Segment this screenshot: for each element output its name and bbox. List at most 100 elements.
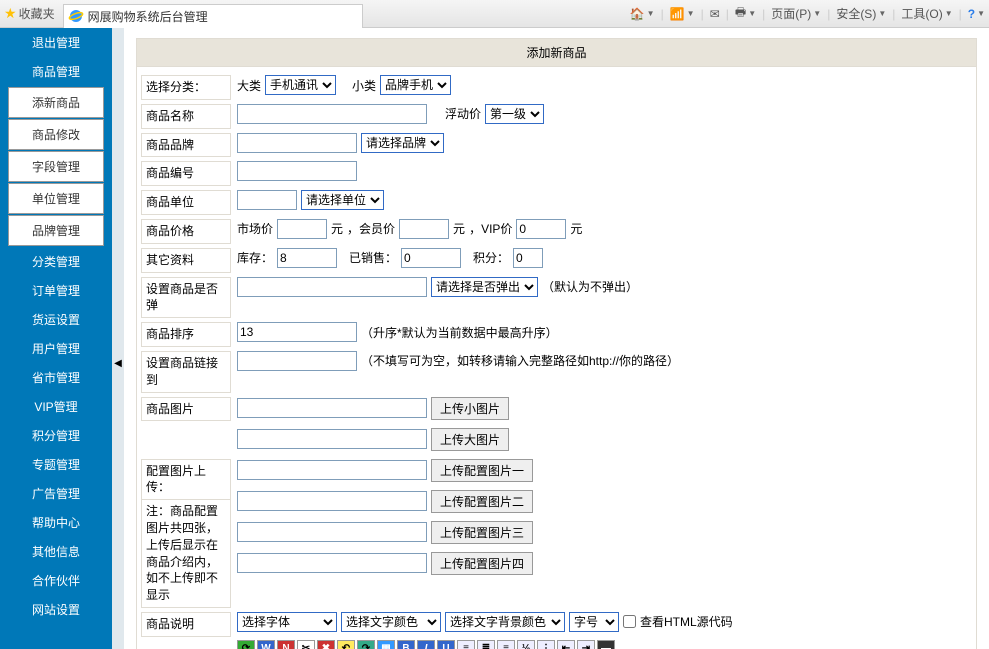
sidebar-item-2[interactable]: 添新商品 xyxy=(8,87,104,118)
sold-input[interactable] xyxy=(401,248,461,268)
outdent-icon[interactable]: ⇤ xyxy=(557,640,575,649)
big-category-select[interactable]: 手机通讯 xyxy=(265,75,336,95)
content-area: 添加新商品 选择分类： 大类 手机通讯 小类 品牌手机 商品名称 xyxy=(124,28,989,649)
product-name-input[interactable] xyxy=(237,104,427,124)
editor-icon-row: ⟳ W N ✂ ✖ ↶ ↷ ▦ B I U ≡ ≣ xyxy=(237,640,615,649)
list-ul-icon[interactable]: ⋮ xyxy=(537,640,555,649)
brand-select[interactable]: 请选择品牌 xyxy=(361,133,444,153)
italic-icon[interactable]: I xyxy=(417,640,435,649)
label-unit: 商品单位 xyxy=(141,190,231,215)
sidebar-item-6[interactable]: 品牌管理 xyxy=(8,215,104,246)
font-select[interactable]: 选择字体 xyxy=(237,612,337,632)
label-order: 商品排序 xyxy=(141,322,231,347)
sidebar: 退出管理商品管理添新商品商品修改字段管理单位管理品牌管理分类管理订单管理货运设置… xyxy=(0,28,112,649)
cfg4-input[interactable] xyxy=(237,553,427,573)
help-icon[interactable]: ?▼ xyxy=(968,7,985,21)
sidebar-collapse[interactable]: ◀ xyxy=(112,28,124,649)
favorites-label[interactable]: 收藏夹 xyxy=(19,5,55,22)
favorites-star-icon[interactable]: ★ xyxy=(4,5,17,22)
points-input[interactable] xyxy=(513,248,543,268)
sidebar-item-9[interactable]: 货运设置 xyxy=(0,305,112,334)
indent-icon[interactable]: ⇥ xyxy=(577,640,595,649)
link-input[interactable] xyxy=(237,351,357,371)
sidebar-item-10[interactable]: 用户管理 xyxy=(0,334,112,363)
align-right-icon[interactable]: ≡ xyxy=(497,640,515,649)
sidebar-item-4[interactable]: 字段管理 xyxy=(8,151,104,182)
font-size-select[interactable]: 字号 xyxy=(569,612,619,632)
sidebar-item-19[interactable]: 网站设置 xyxy=(0,595,112,624)
redo-icon[interactable]: ↷ xyxy=(357,640,375,649)
sidebar-item-16[interactable]: 帮助中心 xyxy=(0,508,112,537)
page-menu[interactable]: 页面(P)▼ xyxy=(771,5,821,22)
sidebar-item-0[interactable]: 退出管理 xyxy=(0,28,112,57)
code-input[interactable] xyxy=(237,161,357,181)
sidebar-item-13[interactable]: 积分管理 xyxy=(0,421,112,450)
upload-cfg3-button[interactable]: 上传配置图片三 xyxy=(431,521,533,544)
upload-small-img-button[interactable]: 上传小图片 xyxy=(431,397,509,420)
show-html-checkbox[interactable] xyxy=(623,615,636,628)
big-img-input[interactable] xyxy=(237,429,427,449)
vip-price-input[interactable] xyxy=(516,219,566,239)
upload-cfg4-button[interactable]: 上传配置图片四 xyxy=(431,552,533,575)
bold-icon[interactable]: B xyxy=(397,640,415,649)
label-cfg-note: 注：商品配置图片共四张，上传后显示在商品介绍内，如不上传即不显示 xyxy=(141,500,231,608)
underline-icon[interactable]: U xyxy=(437,640,455,649)
stock-input[interactable] xyxy=(277,248,337,268)
close-icon[interactable]: ✖ xyxy=(317,640,335,649)
net-icon[interactable]: N xyxy=(277,640,295,649)
upload-big-img-button[interactable]: 上传大图片 xyxy=(431,428,509,451)
float-price-select[interactable]: 第一级 xyxy=(485,104,544,124)
tools-menu[interactable]: 工具(O)▼ xyxy=(901,5,952,22)
sidebar-item-5[interactable]: 单位管理 xyxy=(8,183,104,214)
bg-color-select[interactable]: 选择文字背景颜色 xyxy=(445,612,565,632)
unit-select[interactable]: 请选择单位 xyxy=(301,190,384,210)
upload-cfg2-button[interactable]: 上传配置图片二 xyxy=(431,490,533,513)
label-image: 商品图片 xyxy=(141,397,231,422)
cut-icon[interactable]: ✂ xyxy=(297,640,315,649)
sidebar-item-14[interactable]: 专题管理 xyxy=(0,450,112,479)
font-color-select[interactable]: 选择文字颜色 xyxy=(341,612,441,632)
cfg2-input[interactable] xyxy=(237,491,427,511)
align-center-icon[interactable]: ≣ xyxy=(477,640,495,649)
ie-icon xyxy=(68,8,84,24)
label-name: 商品名称 xyxy=(141,104,231,129)
label-popup: 设置商品是否弹 xyxy=(141,277,231,319)
market-price-input[interactable] xyxy=(277,219,327,239)
safety-menu[interactable]: 安全(S)▼ xyxy=(836,5,886,22)
popup-input[interactable] xyxy=(237,277,427,297)
hr-icon[interactable]: — xyxy=(597,640,615,649)
sidebar-item-18[interactable]: 合作伙伴 xyxy=(0,566,112,595)
image-icon[interactable]: ▦ xyxy=(377,640,395,649)
home-icon[interactable]: 🏠▼ xyxy=(630,7,655,21)
label-desc: 商品说明 xyxy=(141,612,231,637)
print-icon[interactable]: 🖶▼ xyxy=(735,3,756,24)
cfg3-input[interactable] xyxy=(237,522,427,542)
sidebar-item-1[interactable]: 商品管理 xyxy=(0,57,112,86)
sidebar-item-7[interactable]: 分类管理 xyxy=(0,247,112,276)
mail-icon[interactable]: ✉ xyxy=(710,7,720,21)
brand-input[interactable] xyxy=(237,133,357,153)
member-price-input[interactable] xyxy=(399,219,449,239)
browser-tab[interactable]: 网展购物系统后台管理 xyxy=(63,4,363,28)
sidebar-item-11[interactable]: 省市管理 xyxy=(0,363,112,392)
popup-select[interactable]: 请选择是否弹出 xyxy=(431,277,538,297)
sidebar-item-15[interactable]: 广告管理 xyxy=(0,479,112,508)
small-img-input[interactable] xyxy=(237,398,427,418)
align-left-icon[interactable]: ≡ xyxy=(457,640,475,649)
small-category-select[interactable]: 品牌手机 xyxy=(380,75,451,95)
list-ol-icon[interactable]: ½ xyxy=(517,640,535,649)
sidebar-item-12[interactable]: VIP管理 xyxy=(0,392,112,421)
rss-icon[interactable]: 📶▼ xyxy=(670,7,695,21)
upload-cfg1-button[interactable]: 上传配置图片一 xyxy=(431,459,533,482)
web-icon[interactable]: W xyxy=(257,640,275,649)
undo-icon[interactable]: ↶ xyxy=(337,640,355,649)
cfg1-input[interactable] xyxy=(237,460,427,480)
panel-title: 添加新商品 xyxy=(137,39,976,67)
refresh-icon[interactable]: ⟳ xyxy=(237,640,255,649)
browser-toolbar: ★ 收藏夹 网展购物系统后台管理 🏠▼ | 📶▼ | ✉ | 🖶▼ | 页面(P… xyxy=(0,0,989,28)
sidebar-item-17[interactable]: 其他信息 xyxy=(0,537,112,566)
unit-input[interactable] xyxy=(237,190,297,210)
sidebar-item-3[interactable]: 商品修改 xyxy=(8,119,104,150)
order-input[interactable] xyxy=(237,322,357,342)
sidebar-item-8[interactable]: 订单管理 xyxy=(0,276,112,305)
